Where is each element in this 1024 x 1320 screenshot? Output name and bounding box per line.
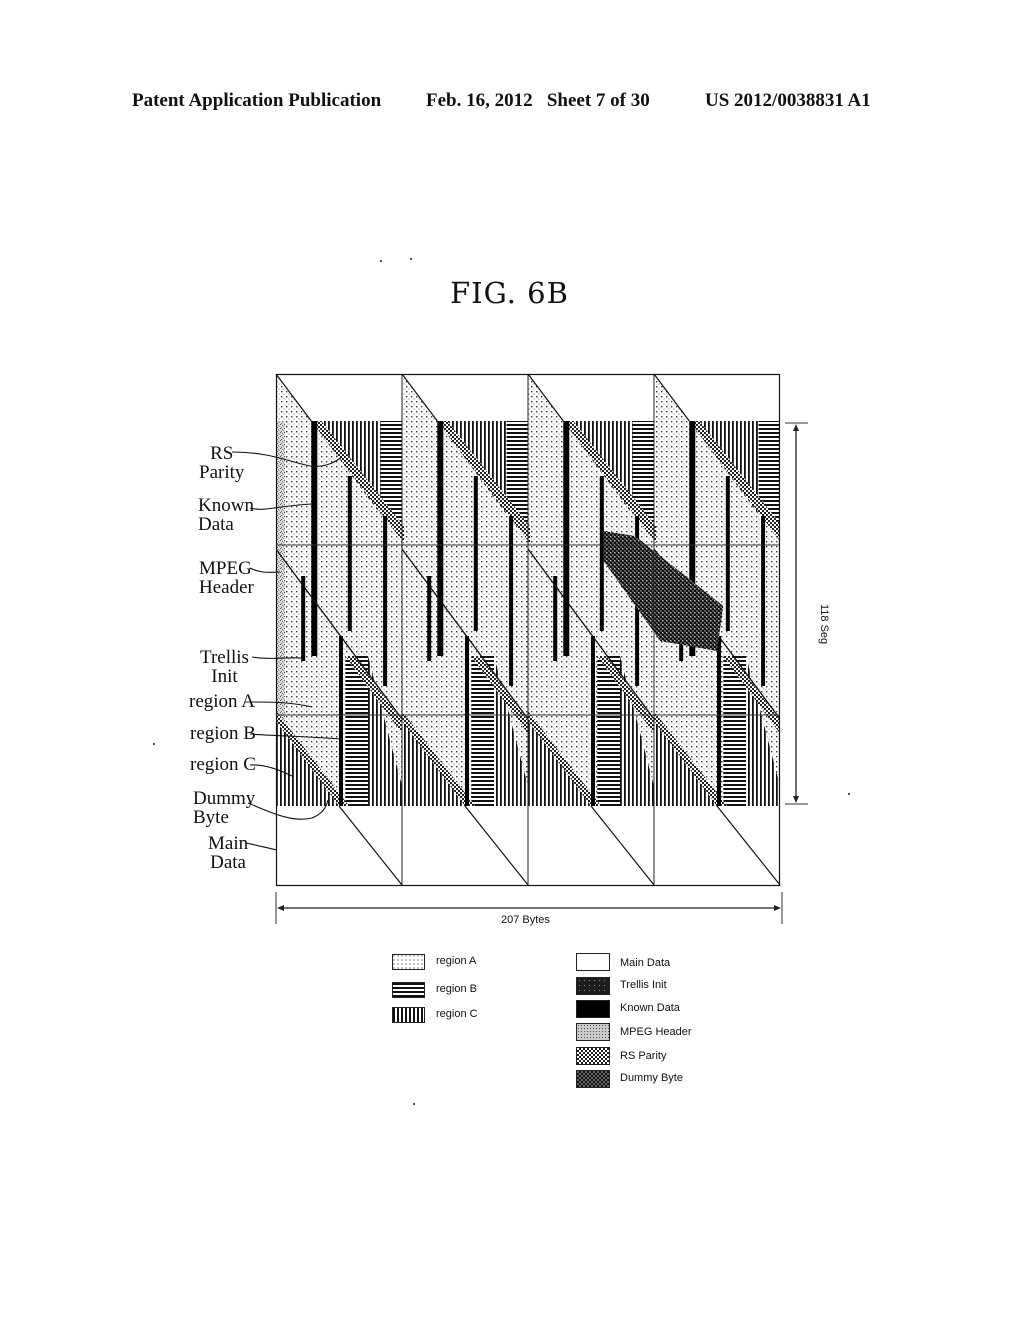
legend-swatch-region-c <box>392 1007 425 1023</box>
arrow-down-icon <box>793 796 799 803</box>
legend-swatch-dummy-byte <box>576 1070 610 1088</box>
callout-trellis-init: Trellis Init <box>200 647 249 687</box>
known-data-bar <box>383 516 388 686</box>
known-data-bar <box>599 476 604 631</box>
known-data-bar <box>301 576 306 661</box>
frame-structure-diagram <box>231 373 808 924</box>
known-data-bar <box>339 636 343 806</box>
legend-swatch-rs-parity <box>576 1047 610 1065</box>
known-data-bar <box>427 576 432 661</box>
callout-dummy-byte: Dummy Byte <box>193 788 256 828</box>
legend-label-trellis-init: Trellis Init <box>620 979 667 991</box>
legend-label-region-c: region C <box>436 1008 478 1020</box>
known-data-bar <box>717 636 721 806</box>
bottom-main-data-band <box>654 806 780 885</box>
leader-mpeg-header <box>249 567 281 573</box>
known-data-bar <box>465 636 469 806</box>
legend-swatch-region-a <box>392 954 425 970</box>
known-data-bar <box>473 476 478 631</box>
body-region <box>276 421 780 806</box>
known-data-bar <box>591 636 595 806</box>
bottom-main-data-band <box>276 806 402 885</box>
callout-rs-parity: RS Parity <box>199 443 245 483</box>
bottom-main-data-band <box>528 806 654 885</box>
callout-mpeg-header: MPEG Header <box>199 558 254 598</box>
legend-label-rs-parity: RS Parity <box>620 1050 667 1062</box>
callout-region-b: region B <box>190 723 256 744</box>
bottom-main-data-band <box>402 806 528 885</box>
callout-known-data: Known Data <box>198 495 254 535</box>
known-data-bar <box>553 576 558 661</box>
frame-columns <box>275 373 781 886</box>
known-data-bar <box>761 516 766 686</box>
known-data-bar <box>725 476 730 631</box>
legend-label-region-b: region B <box>436 983 477 995</box>
width-label: 207 Bytes <box>501 914 550 926</box>
known-data-bar <box>509 516 514 686</box>
arrow-left-icon <box>277 905 284 911</box>
legend-label-main-data: Main Data <box>620 957 671 969</box>
legend-swatch-mpeg-header <box>576 1023 610 1041</box>
legend-swatch-known-data <box>576 1000 610 1018</box>
arrow-right-icon <box>774 905 781 911</box>
leader-main-data <box>245 842 278 851</box>
callout-main-data: Main Data <box>208 833 249 873</box>
legend-label-dummy-byte: Dummy Byte <box>620 1072 683 1084</box>
legend-swatch-region-b <box>392 982 425 998</box>
known-data-bar <box>437 421 444 656</box>
height-label: 118 Seg <box>818 604 830 645</box>
known-data-bar <box>311 421 318 656</box>
legend-label-mpeg-header: MPEG Header <box>620 1026 692 1038</box>
arrow-up-icon <box>793 424 799 431</box>
callout-region-c: region C <box>190 754 256 775</box>
height-dimension <box>785 422 808 805</box>
legend-swatch-trellis-init <box>576 977 610 995</box>
legend-label-region-a: region A <box>436 955 477 967</box>
known-data-bar <box>347 476 352 631</box>
callout-region-a: region A <box>189 691 255 712</box>
legend-swatch-main-data <box>576 953 610 971</box>
legend-label-known-data: Known Data <box>620 1002 680 1014</box>
known-data-bar <box>563 421 570 656</box>
